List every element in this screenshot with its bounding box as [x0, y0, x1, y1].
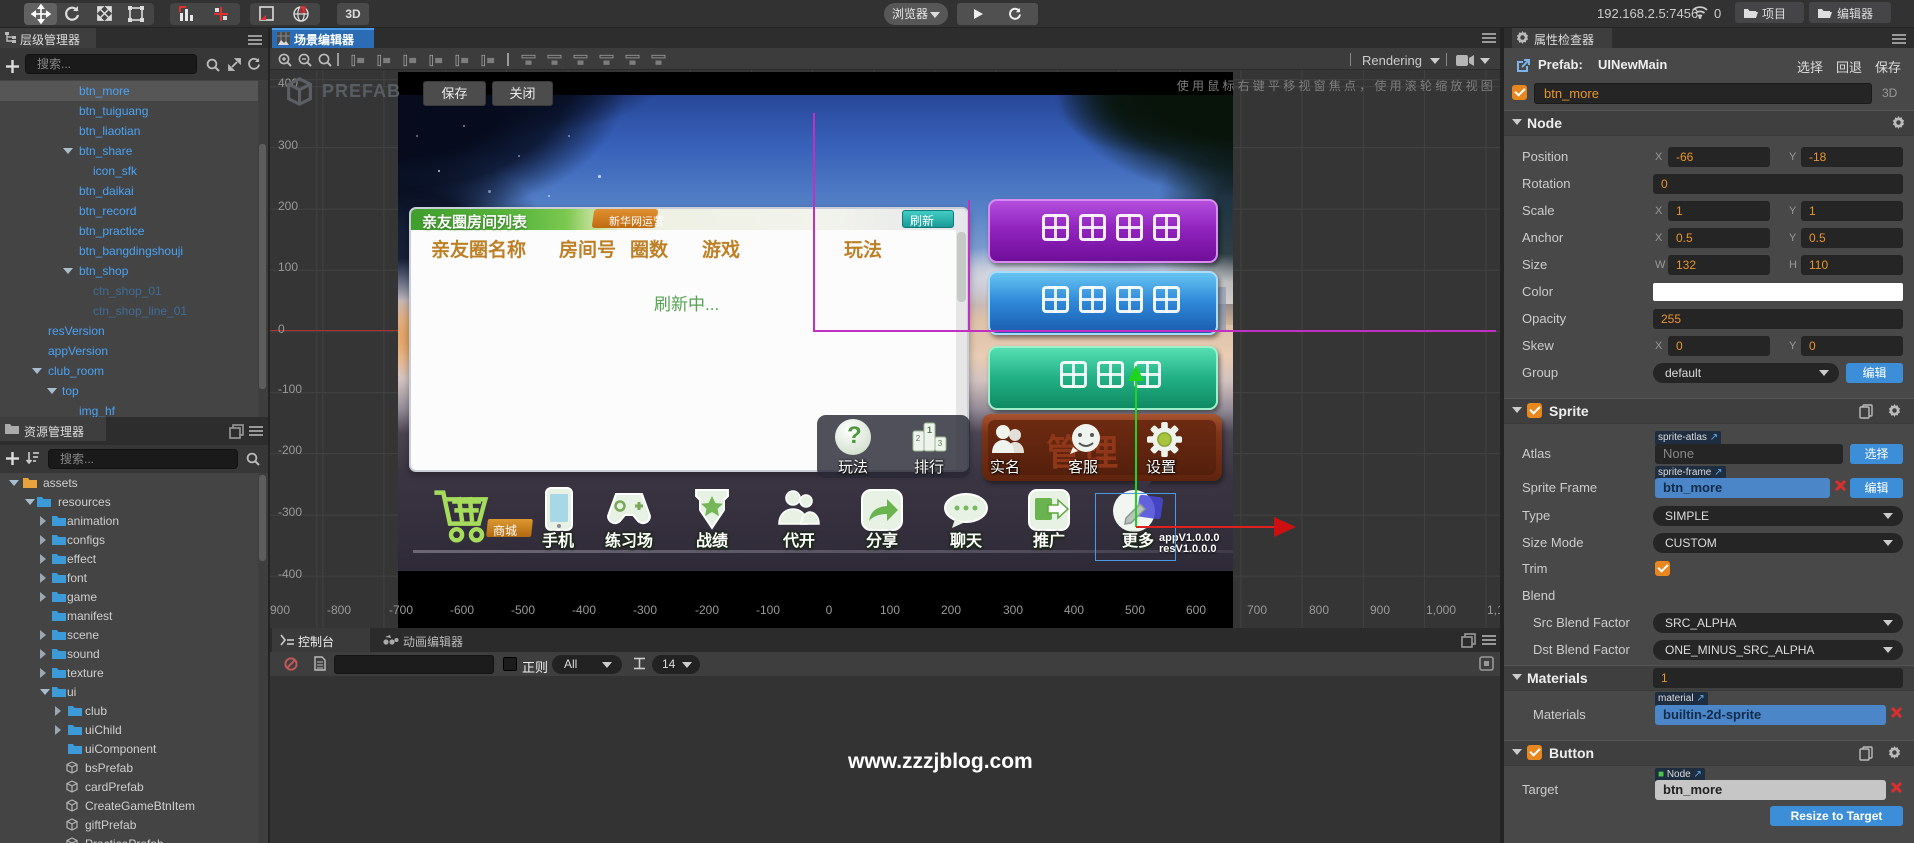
svg-text:2: 2 [916, 434, 921, 443]
svg-text:1: 1 [927, 425, 932, 435]
svg-text:3: 3 [938, 439, 943, 448]
